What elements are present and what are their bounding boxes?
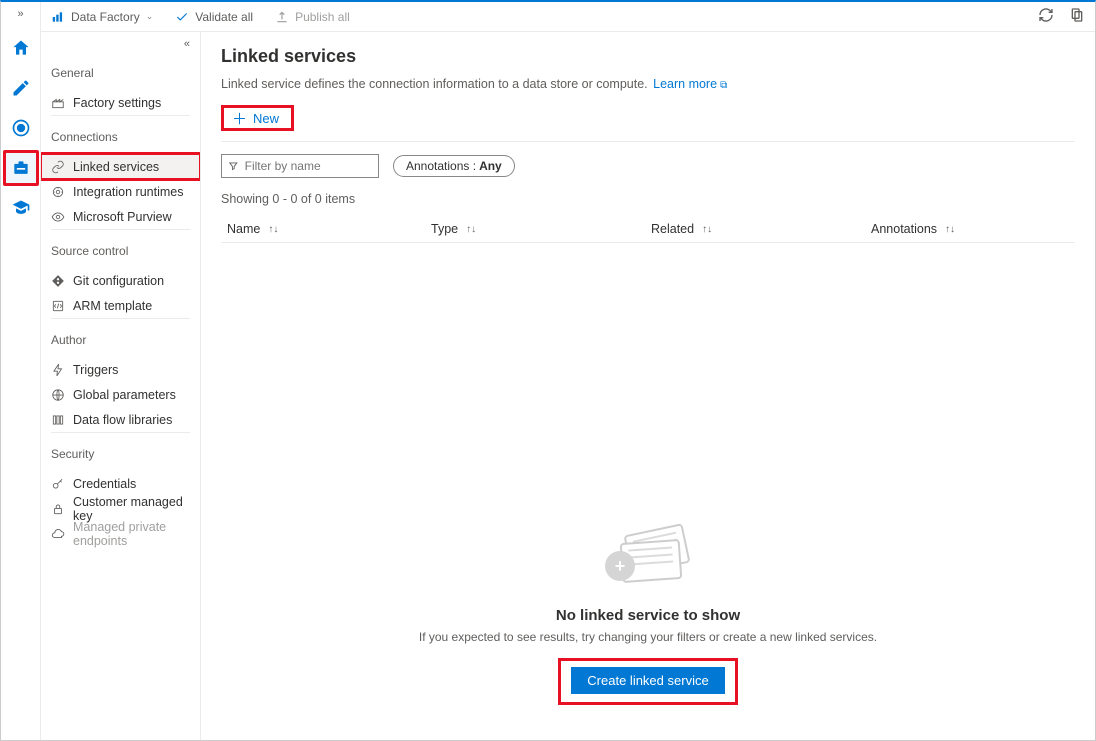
eye-icon <box>51 210 65 224</box>
section-source-control: Source control <box>51 240 190 264</box>
sidebar-item-label: Linked services <box>73 160 159 174</box>
feedback-icon[interactable] <box>1069 7 1085 23</box>
globe-icon <box>51 388 65 402</box>
publish-label: Publish all <box>295 10 350 24</box>
topbar-right <box>1026 7 1085 26</box>
sidebar-item-integration-runtimes[interactable]: Integration runtimes <box>41 179 200 204</box>
lock-icon <box>51 502 65 516</box>
sidebar-item-label: Microsoft Purview <box>73 210 172 224</box>
upload-icon <box>275 10 289 24</box>
expand-rail-icon[interactable]: » <box>17 6 23 28</box>
sort-icon: ↑↓ <box>945 224 955 235</box>
sidebar-item-linked-services[interactable]: Linked services <box>41 154 200 179</box>
sidebar-item-git[interactable]: Git configuration <box>41 268 200 293</box>
sidebar-item-dataflow-libs[interactable]: Data flow libraries <box>41 407 200 432</box>
sidebar-item-label: Factory settings <box>73 96 161 110</box>
empty-state: + No linked service to show If you expec… <box>221 523 1075 705</box>
page-description: Linked service defines the connection in… <box>221 77 1075 91</box>
plus-icon: ＋ <box>232 108 247 129</box>
col-annotations[interactable]: Annotations↑↓ <box>871 222 1011 236</box>
new-label: New <box>253 111 279 126</box>
rail-learn-icon[interactable] <box>3 190 39 226</box>
sidebar-item-cmk[interactable]: Customer managed key <box>41 496 200 521</box>
col-name[interactable]: Name↑↓ <box>221 222 431 236</box>
sidebar-item-purview[interactable]: Microsoft Purview <box>41 204 200 229</box>
workspace-name: Data Factory <box>71 10 140 24</box>
section-author: Author <box>51 329 190 353</box>
rail-monitor-icon[interactable] <box>3 110 39 146</box>
section-security: Security <box>51 443 190 467</box>
git-icon <box>51 274 65 288</box>
sidebar-item-label: Integration runtimes <box>73 185 183 199</box>
rail-home-icon[interactable] <box>3 30 39 66</box>
publish-all-button: Publish all <box>275 10 350 24</box>
sidebar-item-label: Data flow libraries <box>73 413 172 427</box>
sort-icon: ↑↓ <box>702 224 712 235</box>
filter-field[interactable] <box>245 159 372 173</box>
col-type[interactable]: Type↑↓ <box>431 222 651 236</box>
external-link-icon: ⧉ <box>720 80 727 91</box>
template-icon <box>51 299 65 313</box>
cloud-icon <box>51 527 65 541</box>
sidebar-item-credentials[interactable]: Credentials <box>41 471 200 496</box>
refresh-icon[interactable] <box>1038 7 1054 23</box>
main-content: Linked services Linked service defines t… <box>201 32 1095 740</box>
sidebar-item-factory-settings[interactable]: Factory settings <box>41 90 200 115</box>
sidebar-item-mpe: Managed private endpoints <box>41 521 200 546</box>
library-icon <box>51 413 65 427</box>
sort-icon: ↑↓ <box>466 224 476 235</box>
section-connections: Connections <box>51 126 190 150</box>
sidebar-item-label: Git configuration <box>73 274 164 288</box>
validate-all-button[interactable]: Validate all <box>175 10 253 24</box>
sidebar-item-label: Global parameters <box>73 388 176 402</box>
empty-subtitle: If you expected to see results, try chan… <box>221 630 1075 644</box>
check-icon <box>175 10 189 24</box>
validate-label: Validate all <box>195 10 253 24</box>
table-header: Name↑↓ Type↑↓ Related↑↓ Annotations↑↓ <box>221 216 1075 243</box>
sort-icon: ↑↓ <box>268 224 278 235</box>
sidebar-item-label: Triggers <box>73 363 118 377</box>
link-icon <box>51 160 65 174</box>
annotations-filter[interactable]: Annotations : Any <box>393 155 515 177</box>
sidebar-item-label: ARM template <box>73 299 152 313</box>
learn-more-link[interactable]: Learn more⧉ <box>653 77 727 91</box>
new-button[interactable]: ＋ New <box>221 105 294 131</box>
empty-illustration: + <box>603 523 693 593</box>
runtime-icon <box>51 185 65 199</box>
sidebar-item-label: Customer managed key <box>73 495 190 523</box>
collapse-sidebar-icon[interactable]: « <box>41 36 200 56</box>
sidebar-item-label: Credentials <box>73 477 136 491</box>
page-title: Linked services <box>221 46 1075 67</box>
sidebar-item-arm[interactable]: ARM template <box>41 293 200 318</box>
col-related[interactable]: Related↑↓ <box>651 222 871 236</box>
result-count: Showing 0 - 0 of 0 items <box>221 192 1075 206</box>
left-rail: » <box>1 2 41 740</box>
manage-sidebar: « General Factory settings Connections L… <box>41 32 201 740</box>
chevron-down-icon: ⌄ <box>146 11 154 22</box>
data-factory-icon <box>51 10 65 24</box>
section-general: General <box>51 62 190 86</box>
sidebar-item-triggers[interactable]: Triggers <box>41 357 200 382</box>
workspace-selector[interactable]: Data Factory ⌄ <box>51 10 153 24</box>
rail-author-icon[interactable] <box>3 70 39 106</box>
sidebar-item-global-params[interactable]: Global parameters <box>41 382 200 407</box>
rail-manage-icon[interactable] <box>3 150 39 186</box>
top-bar: Data Factory ⌄ Validate all Publish all <box>41 2 1095 32</box>
key-icon <box>51 477 65 491</box>
create-linked-service-button[interactable]: Create linked service <box>571 667 724 694</box>
sidebar-item-label: Managed private endpoints <box>73 520 190 548</box>
empty-title: No linked service to show <box>221 607 1075 624</box>
factory-icon <box>51 96 65 110</box>
filter-icon <box>228 160 239 172</box>
filter-input[interactable] <box>221 154 379 178</box>
bolt-icon <box>51 363 65 377</box>
